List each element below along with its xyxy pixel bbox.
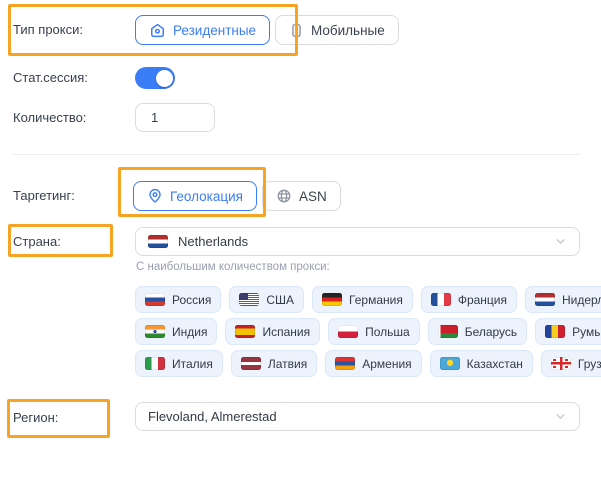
country-chip-germany[interactable]: Германия xyxy=(312,286,413,313)
country-select[interactable]: Netherlands xyxy=(135,227,580,256)
mobile-proxy-button[interactable]: Мобильные xyxy=(275,15,399,45)
flag-usa-icon xyxy=(239,293,259,306)
country-chip-romania[interactable]: Румыния xyxy=(535,318,601,345)
country-chip-label: Италия xyxy=(172,357,213,371)
country-chip-armenia[interactable]: Армения xyxy=(325,350,421,377)
flag-germany-icon xyxy=(322,293,342,306)
static-session-toggle[interactable] xyxy=(135,67,175,89)
residential-proxy-label: Резидентные xyxy=(173,23,256,38)
country-chip-usa[interactable]: США xyxy=(229,286,304,313)
proxy-settings-panel: Тип прокси: Резидентные Мобильные Стат.с… xyxy=(0,0,601,487)
country-chip-georgia[interactable]: Грузия xyxy=(541,350,601,377)
proxy-type-label: Тип прокси: xyxy=(13,22,83,37)
chip-row: Россия США Германия Франция Нидерланды xyxy=(135,286,601,313)
country-chip-belarus[interactable]: Беларусь xyxy=(428,318,527,345)
flag-india-icon xyxy=(145,325,165,338)
country-chip-label: Франция xyxy=(458,293,507,307)
flag-belarus-icon xyxy=(438,325,458,338)
quantity-label: Количество: xyxy=(13,110,86,125)
country-chip-italy[interactable]: Италия xyxy=(135,350,223,377)
flag-russia-icon xyxy=(145,293,165,306)
smartphone-icon xyxy=(289,23,304,38)
region-select[interactable]: Flevoland, Almerestad xyxy=(135,402,580,431)
home-icon xyxy=(149,22,166,39)
country-chip-latvia[interactable]: Латвия xyxy=(231,350,317,377)
country-chip-poland[interactable]: Польша xyxy=(328,318,420,345)
country-chip-label: Германия xyxy=(349,293,403,307)
chip-row: Италия Латвия Армения Казахстан Грузия xyxy=(135,350,601,377)
chevron-down-icon xyxy=(554,235,567,248)
country-chip-label: Индия xyxy=(172,325,207,339)
flag-italy-icon xyxy=(145,357,165,370)
country-chip-label: Румыния xyxy=(572,325,601,339)
country-chip-label: Испания xyxy=(262,325,310,339)
country-chip-spain[interactable]: Испания xyxy=(225,318,320,345)
country-chip-label: Нидерланды xyxy=(562,293,601,307)
country-chip-russia[interactable]: Россия xyxy=(135,286,221,313)
residential-proxy-button[interactable]: Резидентные xyxy=(135,15,270,45)
mobile-proxy-label: Мобильные xyxy=(311,23,385,38)
country-chip-label: Казахстан xyxy=(467,357,523,371)
country-chip-label: Грузия xyxy=(578,357,601,371)
country-select-value: Netherlands xyxy=(178,234,248,249)
country-chip-label: Россия xyxy=(172,293,211,307)
country-label: Страна: xyxy=(13,234,61,249)
quantity-input[interactable] xyxy=(135,103,215,132)
popular-countries-chips: Россия США Германия Франция Нидерланды xyxy=(135,286,601,377)
section-divider xyxy=(13,154,580,155)
country-chip-label: Латвия xyxy=(268,357,307,371)
country-chip-label: Армения xyxy=(362,357,411,371)
country-chip-label: Польша xyxy=(365,325,410,339)
region-label: Регион: xyxy=(13,410,58,425)
country-chip-netherlands[interactable]: Нидерланды xyxy=(525,286,601,313)
static-session-label: Стат.сессия: xyxy=(13,70,88,85)
targeting-label: Таргетинг: xyxy=(13,188,75,203)
asn-targeting-label: ASN xyxy=(299,189,327,204)
asn-targeting-button[interactable]: ASN xyxy=(262,181,341,211)
flag-kazakhstan-icon xyxy=(440,357,460,370)
flag-spain-icon xyxy=(235,325,255,338)
popular-countries-hint: С наибольшим количеством прокси: xyxy=(136,261,330,273)
geolocation-targeting-label: Геолокация xyxy=(170,189,243,204)
country-chip-label: Беларусь xyxy=(465,325,517,339)
flag-armenia-icon xyxy=(335,357,355,370)
flag-netherlands-icon xyxy=(148,235,168,248)
flag-romania-icon xyxy=(545,325,565,338)
chevron-down-icon xyxy=(554,410,567,423)
country-chip-france[interactable]: Франция xyxy=(421,286,517,313)
country-chip-label: США xyxy=(266,293,294,307)
flag-france-icon xyxy=(431,293,451,306)
flag-latvia-icon xyxy=(241,357,261,370)
map-pin-icon xyxy=(147,188,163,204)
flag-netherlands-icon xyxy=(535,293,555,306)
geolocation-targeting-button[interactable]: Геолокация xyxy=(133,181,257,211)
chip-row: Индия Испания Польша Беларусь Румыния xyxy=(135,318,601,345)
globe-icon xyxy=(276,188,292,204)
country-chip-kazakhstan[interactable]: Казахстан xyxy=(430,350,533,377)
country-chip-india[interactable]: Индия xyxy=(135,318,217,345)
flag-georgia-icon xyxy=(551,357,571,370)
flag-poland-icon xyxy=(338,325,358,338)
region-select-value: Flevoland, Almerestad xyxy=(148,409,277,424)
